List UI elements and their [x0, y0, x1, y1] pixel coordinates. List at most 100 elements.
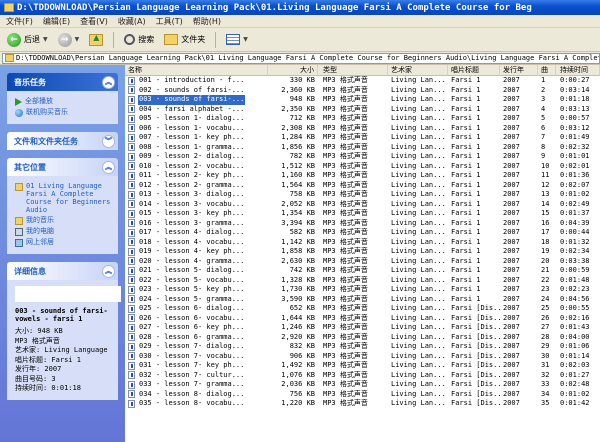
- dropdown-arrow-icon[interactable]: ▼: [75, 36, 80, 43]
- table-row[interactable]: 029 - lesson 7- dialog... 832 KB MP3 格式声音 L…: [125, 342, 600, 352]
- place-network[interactable]: 网上邻居: [15, 238, 112, 247]
- table-row[interactable]: 026 - lesson 6- vocabu... 1,644 KB MP3 格式声…: [125, 314, 600, 324]
- table-row[interactable]: 013 - lesson 3- dialog... 758 KB MP3 格式声音 L…: [125, 190, 600, 200]
- table-row[interactable]: 028 - lesson 6- gramma... 2,920 KB MP3 格式声…: [125, 333, 600, 343]
- audio-file-icon: [128, 285, 135, 294]
- table-row[interactable]: 018 - lesson 4- vocabu... 1,142 KB MP3 格式声…: [125, 238, 600, 248]
- file-duration: 0:03:12: [560, 123, 590, 132]
- views-button[interactable]: ▼: [223, 31, 251, 49]
- place-network-label: 网上邻居: [26, 238, 54, 246]
- file-track: 28: [541, 332, 550, 341]
- place-parent-folder[interactable]: 01 Living Language Farsi A Complete Cour…: [15, 182, 112, 214]
- file-name: 025 - lesson 6- dialog...: [139, 304, 245, 312]
- table-row[interactable]: 015 - lesson 3- key ph... 1,354 KB MP3 格式声…: [125, 209, 600, 219]
- table-row[interactable]: 006 - lesson 1- vocabu... 2,308 KB MP3 格式声…: [125, 124, 600, 134]
- table-row[interactable]: 005 - lesson 1- dialog... 712 KB MP3 格式声音 L…: [125, 114, 600, 124]
- other-places-header[interactable]: 其它位置 ︽: [7, 158, 118, 176]
- column-header-track[interactable]: 曲: [538, 65, 556, 76]
- window-title: D:\TDDOWNLOAD\Persian Language Learning …: [17, 2, 532, 13]
- collapse-chevron-icon[interactable]: ︽: [102, 75, 115, 89]
- task-play-all[interactable]: 全部播放: [15, 97, 112, 106]
- place-my-computer[interactable]: 我的电脑: [15, 227, 112, 236]
- file-type: MP3 格式声音: [323, 209, 368, 217]
- place-my-music[interactable]: 我的音乐: [15, 216, 112, 225]
- table-row[interactable]: 010 - lesson 2- vocabu... 1,512 KB MP3 格式声…: [125, 162, 600, 172]
- music-tasks-header[interactable]: 音乐任务 ︽: [7, 73, 118, 91]
- table-row[interactable]: 017 - lesson 4- dialog... 582 KB MP3 格式声音 L…: [125, 228, 600, 238]
- table-row[interactable]: 023 - lesson 5- key ph... 1,730 KB MP3 格式声…: [125, 285, 600, 295]
- table-row[interactable]: 033 - lesson 7- gramma... 2,036 KB MP3 格式声…: [125, 380, 600, 390]
- table-row[interactable]: 025 - lesson 6- dialog... 652 KB MP3 格式声音 L…: [125, 304, 600, 314]
- menu-file[interactable]: 文件(F): [6, 16, 33, 27]
- table-row[interactable]: 022 - lesson 5- vocabu... 1,328 KB MP3 格式声…: [125, 276, 600, 286]
- table-row[interactable]: 002 - sounds of farsi-... 2,360 KB MP3 格式声…: [125, 86, 600, 96]
- column-header-artist[interactable]: 艺术家: [388, 65, 448, 76]
- details-header[interactable]: 详细信息 ︽: [7, 262, 118, 280]
- title-bar[interactable]: D:\TDDOWNLOAD\Persian Language Learning …: [0, 0, 600, 15]
- folder-icon: [4, 3, 14, 12]
- column-header-size[interactable]: 大小: [268, 65, 318, 76]
- table-row[interactable]: 016 - lesson 3- gramma... 3,394 KB MP3 格式声…: [125, 219, 600, 229]
- table-row[interactable]: 030 - lesson 7- vocabu... 906 KB MP3 格式声音 L…: [125, 352, 600, 362]
- menu-help[interactable]: 帮助(H): [193, 16, 221, 27]
- column-header-album[interactable]: 唱片标题: [448, 65, 500, 76]
- file-duration: 0:04:39: [560, 218, 590, 227]
- column-header-year[interactable]: 发行年: [500, 65, 538, 76]
- file-type: MP3 格式声音: [323, 323, 368, 331]
- column-header-name[interactable]: 名称: [125, 65, 268, 76]
- table-row[interactable]: 004 - farsi alphabet -... 2,350 KB MP3 格式声…: [125, 105, 600, 115]
- file-artist: Living Lan...: [391, 275, 446, 284]
- file-size: 2,052 KB: [281, 199, 315, 208]
- table-row[interactable]: 020 - lesson 4- gramma... 2,630 KB MP3 格式声…: [125, 257, 600, 267]
- table-row[interactable]: 011 - lesson 2- key ph... 1,160 KB MP3 格式声…: [125, 171, 600, 181]
- address-field[interactable]: D:\TDDOWNLOAD\Persian Language Learning …: [2, 52, 600, 64]
- table-row[interactable]: 001 - introduction - f... 330 KB MP3 格式声音 L…: [125, 76, 600, 86]
- column-header-type[interactable]: 类型: [318, 65, 388, 76]
- table-row[interactable]: 014 - lesson 3- vocabu... 2,052 KB MP3 格式声…: [125, 200, 600, 210]
- expand-chevron-icon[interactable]: ︾: [102, 134, 115, 148]
- file-list[interactable]: 名称 大小 类型 艺术家 唱片标题 发行年 曲 持续时间 001 - intro…: [125, 65, 600, 442]
- table-row[interactable]: 019 - lesson 4- key ph... 1,858 KB MP3 格式声…: [125, 247, 600, 257]
- file-artist: Living Lan...: [391, 380, 446, 388]
- table-row[interactable]: 024 - lesson 5- gramma... 3,590 KB MP3 格式声…: [125, 295, 600, 305]
- menu-bar: 文件(F) 编辑(E) 查看(V) 收藏(A) 工具(T) 帮助(H): [0, 15, 600, 28]
- table-row[interactable]: 032 - lesson 7- cultur... 1,076 KB MP3 格式声…: [125, 371, 600, 381]
- file-name: 008 - lesson 1- gramma...: [139, 142, 245, 151]
- play-icon: [15, 98, 22, 106]
- back-button[interactable]: ← 后退 ▼: [4, 31, 51, 49]
- dropdown-arrow-icon[interactable]: ▼: [43, 36, 48, 43]
- menu-tools[interactable]: 工具(T): [156, 16, 183, 27]
- column-header-duration[interactable]: 持续时间: [556, 65, 600, 76]
- table-row[interactable]: 009 - lesson 2- dialog... 782 KB MP3 格式声音 L…: [125, 152, 600, 162]
- table-row[interactable]: 003 - sounds of farsi-... 948 KB MP3 格式声音 L…: [125, 95, 600, 105]
- file-year: 2007: [503, 323, 520, 331]
- file-tasks-header[interactable]: 文件和文件夹任务 ︾: [7, 132, 118, 150]
- file-type: MP3 格式声音: [323, 380, 368, 388]
- details-track: 曲目号码: 3: [15, 374, 56, 383]
- task-buy-music[interactable]: 联机购买音乐: [15, 108, 112, 117]
- up-button[interactable]: [86, 31, 106, 49]
- menu-view[interactable]: 查看(V): [80, 16, 108, 27]
- table-row[interactable]: 008 - lesson 1- gramma... 1,856 KB MP3 格式声…: [125, 143, 600, 153]
- search-button[interactable]: 搜索: [121, 31, 157, 49]
- collapse-chevron-icon[interactable]: ︽: [102, 160, 115, 174]
- collapse-chevron-icon[interactable]: ︽: [102, 264, 115, 278]
- file-year: 2007: [503, 218, 520, 227]
- menu-favorites[interactable]: 收藏(A): [118, 16, 146, 27]
- table-row[interactable]: 034 - lesson 8- dialog... 756 KB MP3 格式声音 L…: [125, 390, 600, 400]
- table-row[interactable]: 012 - lesson 2- gramma... 1,564 KB MP3 格式声…: [125, 181, 600, 191]
- table-row[interactable]: 035 - lesson 8- vocabu... 1,220 KB MP3 格式声…: [125, 399, 600, 409]
- file-type: MP3 格式声音: [323, 313, 368, 322]
- table-row[interactable]: 007 - lesson 1- key ph... 1,284 KB MP3 格式声…: [125, 133, 600, 143]
- table-row[interactable]: 027 - lesson 6- key ph... 1,246 KB MP3 格式声…: [125, 323, 600, 333]
- folders-button[interactable]: 文件夹: [161, 31, 208, 49]
- forward-button[interactable]: → ▼: [55, 31, 83, 49]
- file-track: 23: [541, 285, 550, 293]
- toolbar: ← 后退 ▼ → ▼ 搜索 文件夹 ▼: [0, 28, 600, 52]
- file-artist: Living Lan...: [391, 114, 446, 122]
- table-row[interactable]: 031 - lesson 7- key ph... 1,492 KB MP3 格式声…: [125, 361, 600, 371]
- menu-edit[interactable]: 编辑(E): [43, 16, 70, 27]
- dropdown-arrow-icon[interactable]: ▼: [243, 36, 248, 43]
- file-year: 2007: [503, 123, 520, 132]
- table-row[interactable]: 021 - lesson 5- dialog... 742 KB MP3 格式声音 L…: [125, 266, 600, 276]
